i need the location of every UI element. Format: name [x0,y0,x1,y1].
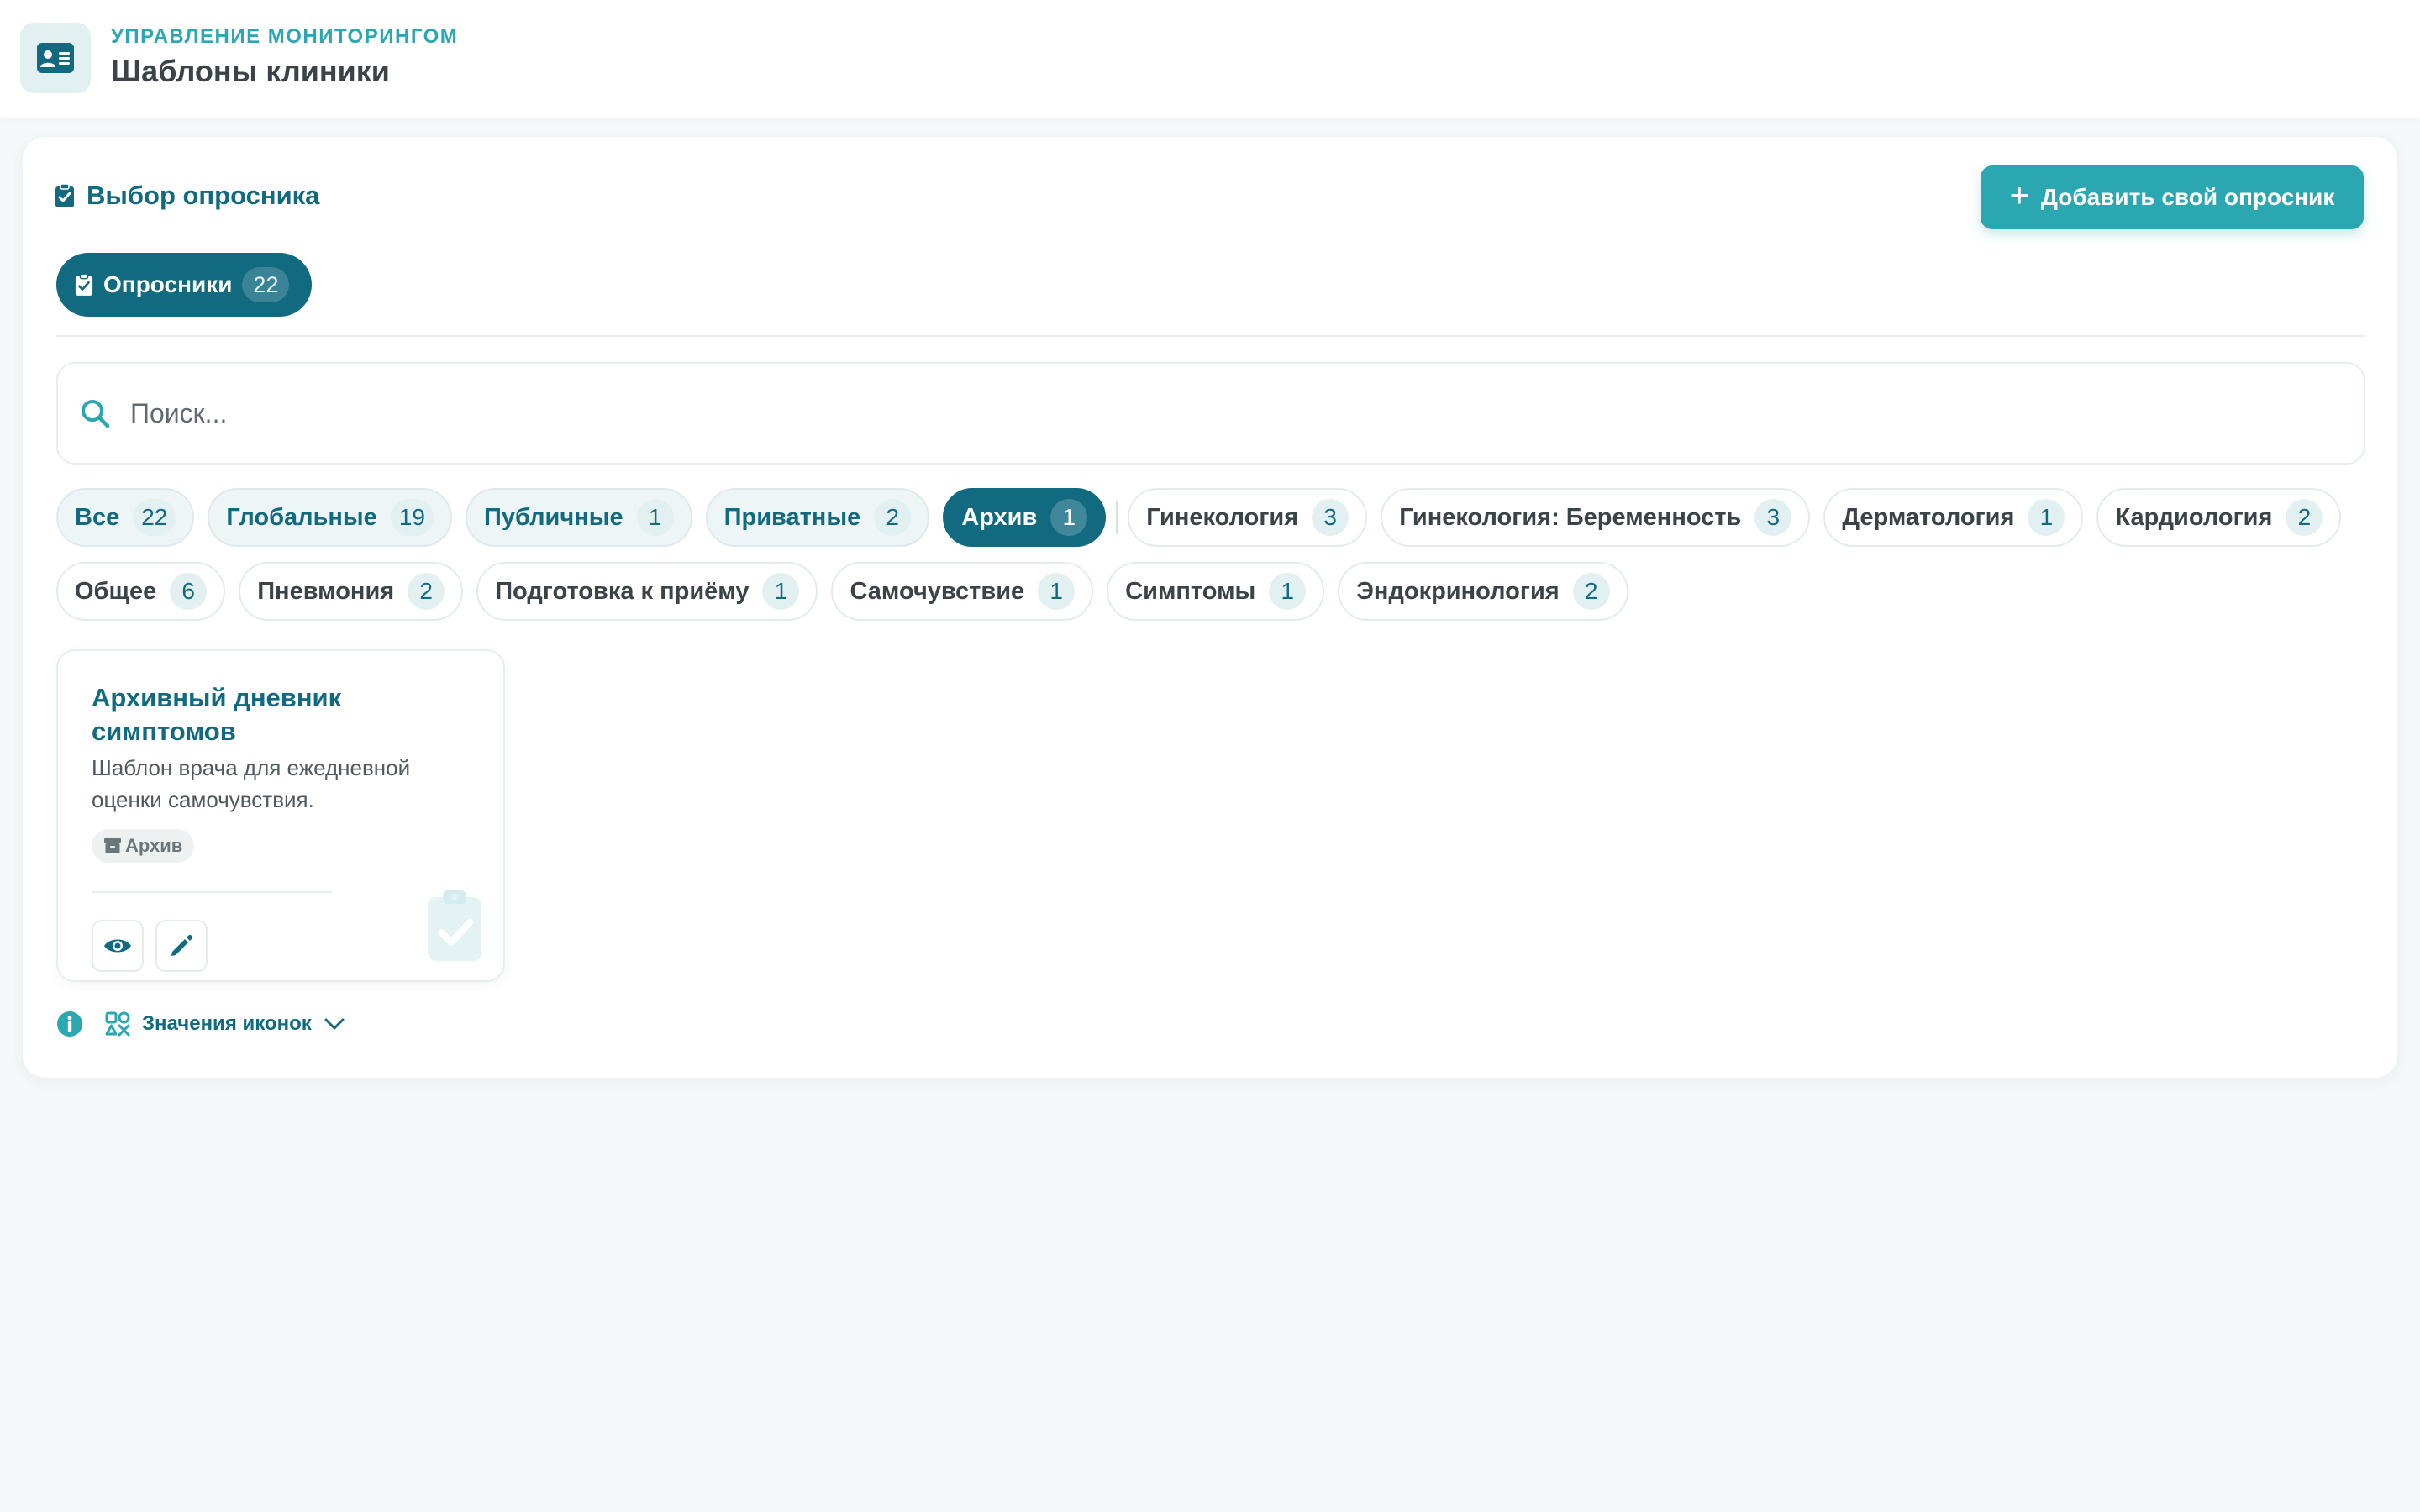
filter-chip-archive[interactable]: Архив 1 [943,488,1107,547]
chip-label: Самочувствие [850,577,1025,605]
top-bar: Управление мониторингом Шаблоны клиники [0,0,2420,118]
chip-count: 2 [2286,499,2323,536]
search-box [56,362,2365,465]
shapes-icon [105,1011,130,1037]
chip-label: Публичные [483,503,623,531]
filter-chip-category[interactable]: Гинекология: Беременность 3 [1381,488,1811,547]
section-title: Выбор опросника [87,181,320,210]
filter-chip-category[interactable]: Гинекология 3 [1128,488,1368,547]
chip-label: Глобальные [226,503,377,531]
card-description: Шаблон врача для ежедневной оценки самоч… [92,755,411,812]
chip-count: 2 [408,573,445,610]
chip-count: 22 [133,499,176,536]
chip-label: Общее [75,577,157,605]
chip-label: Архив [961,503,1038,531]
search-input[interactable] [130,397,2231,429]
search-icon [82,400,110,428]
filter-chip-all[interactable]: Все 22 [56,488,195,547]
chip-label: Пневмония [257,577,395,605]
chip-count: 1 [2028,499,2065,536]
chip-label: Все [75,503,120,531]
chip-count: 3 [1754,499,1792,536]
add-questionnaire-button[interactable]: + Добавить свой опросник [1981,165,2364,229]
id-card-icon [20,23,91,93]
chip-count: 1 [762,573,800,610]
page-title: Шаблоны клиники [111,54,390,88]
archive-badge: Архив [92,829,195,863]
chip-label: Подготовка к приёму [495,577,750,605]
filter-chip-category[interactable]: Эндокринология 2 [1338,562,1628,621]
chip-label: Гинекология: Беременность [1399,503,1742,531]
filter-chip-category[interactable]: Пневмония 2 [239,562,464,621]
filter-chip-category[interactable]: Подготовка к приёму 1 [476,562,818,621]
chip-label: Гинекология [1146,503,1299,531]
filter-chip-private[interactable]: Приватные 2 [705,488,930,547]
chip-count: 2 [874,499,912,536]
tab-questionnaires[interactable]: Опросники 22 [56,253,312,317]
filter-chip-public[interactable]: Публичные 1 [465,488,692,547]
footer-row: Значения иконок [56,1011,345,1037]
filter-chip-category[interactable]: Кардиология 2 [2096,488,2342,547]
chip-count: 1 [1038,573,1076,610]
pencil-icon [171,934,193,956]
chip-count: 1 [636,499,674,536]
filter-chip-category[interactable]: Дерматология 1 [1823,488,2084,547]
chip-count: 1 [1269,573,1307,610]
templates-panel: Выбор опросника + Добавить свой опросник… [22,136,2398,1079]
page-kicker: Управление мониторингом [111,25,459,48]
filter-chip-category[interactable]: Самочувствие 1 [831,562,1094,621]
clipboard-check-icon [426,889,483,967]
tab-label: Опросники [103,271,233,297]
chip-label: Симптомы [1125,577,1256,605]
divider [56,335,2365,337]
filter-chips: Все 22 Глобальные 19 Публичные 1 Приватн… [56,488,2365,636]
chip-separator [1116,501,1118,534]
chip-label: Дерматология [1842,503,2015,531]
chip-count: 2 [1572,573,1610,610]
chip-label: Приватные [723,503,861,531]
legend-label: Значения иконок [142,1012,312,1035]
questionnaire-card[interactable]: Архивный дневник симптомов Шаблон врача … [56,649,505,982]
filter-row-1: Все 22 Глобальные 19 Публичные 1 Приватн… [56,488,2365,547]
archive-box-icon [104,838,121,853]
filter-chip-global[interactable]: Глобальные 19 [208,488,452,547]
chip-count: 1 [1050,499,1088,536]
badge-label: Архив [125,835,183,856]
chip-label: Кардиология [2115,503,2273,531]
filter-row-2: Общее 6 Пневмония 2 Подготовка к приёму … [56,562,2365,621]
clipboard-check-icon [75,273,93,296]
view-button[interactable] [92,920,144,972]
filter-chip-category[interactable]: Общее 6 [56,562,226,621]
chip-count: 6 [170,573,208,610]
chip-count: 19 [390,499,434,536]
plus-icon: + [2009,177,2029,214]
icon-legend-toggle[interactable]: Значения иконок [105,1011,345,1037]
card-title: Архивный дневник симптомов [92,683,342,746]
section-header: Выбор опросника [55,181,319,211]
edit-button[interactable] [155,920,208,972]
tab-count: 22 [242,267,290,302]
chip-count: 3 [1312,499,1349,536]
chevron-down-icon [324,1018,345,1030]
clipboard-check-icon [55,183,74,207]
eye-icon [104,939,131,953]
info-icon[interactable] [56,1011,83,1037]
filter-chip-category[interactable]: Симптомы 1 [1107,562,1325,621]
add-questionnaire-label: Добавить свой опросник [2040,184,2335,210]
card-divider [92,891,332,893]
chip-label: Эндокринология [1356,577,1560,605]
